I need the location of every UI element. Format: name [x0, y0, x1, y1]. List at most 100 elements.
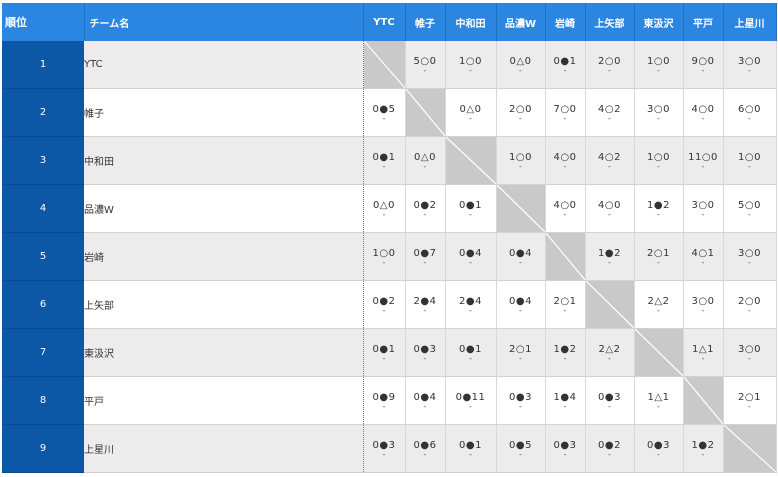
match-detail: -: [382, 401, 386, 411]
match-detail: -: [657, 209, 660, 219]
match-detail: -: [469, 257, 472, 267]
match-detail: -: [748, 401, 751, 411]
header-opponent: 上矢部: [585, 3, 635, 41]
self-match-cell: [405, 88, 446, 137]
match-result-cell: 1○0-: [363, 232, 406, 281]
match-detail: -: [382, 257, 386, 267]
diagonal-line: [364, 41, 405, 88]
league-standings: 順位 チーム名 YTC 帷子 中和田 品濃W 岩崎 上矢部 東汲沢 平戸 上星川…: [0, 0, 778, 477]
results-table: 順位 チーム名 YTC 帷子 中和田 品濃W 岩崎 上矢部 東汲沢 平戸 上星川…: [2, 3, 777, 473]
match-result-cell: 0●3-: [496, 376, 546, 425]
match-result-cell: 0●7-: [405, 232, 446, 281]
match-result-cell: 1●2-: [545, 328, 586, 377]
header-opponent: 品濃W: [496, 3, 546, 41]
header-opponent: 上星川: [723, 3, 777, 41]
header-opponent: 東汲沢: [634, 3, 684, 41]
match-detail: -: [563, 113, 567, 123]
match-detail: -: [423, 449, 427, 459]
match-detail: -: [423, 305, 427, 315]
match-detail: -: [608, 161, 611, 171]
match-detail: -: [608, 65, 611, 75]
match-detail: -: [608, 401, 611, 411]
match-result-cell: 2○1-: [723, 376, 777, 425]
match-result-cell: 1●2-: [683, 424, 724, 473]
diagonal-line: [406, 89, 445, 136]
match-detail: -: [469, 305, 472, 315]
match-detail: -: [519, 449, 522, 459]
table-row: 6 上矢部 0●2-2●4-2●4-0●4-2○1-2△2-3○0-2○0-: [2, 280, 777, 329]
match-detail: -: [382, 449, 386, 459]
match-detail: -: [701, 257, 705, 267]
header-team: チーム名: [84, 3, 364, 41]
match-result-cell: 0●2-: [405, 184, 446, 233]
match-detail: -: [382, 209, 386, 219]
self-match-cell: [496, 184, 546, 233]
match-result-cell: 2○0-: [723, 280, 777, 329]
table-body: 1 YTC 5○0-1○0-0△0-0●1-2○0-1○0-9○0-3○0-2 帷子 0…: [2, 41, 777, 473]
match-result-cell: 1△1-: [683, 328, 724, 377]
match-result-cell: 4○0-: [545, 184, 586, 233]
match-detail: -: [608, 257, 611, 267]
match-detail: -: [657, 65, 660, 75]
match-detail: -: [519, 257, 522, 267]
match-result-cell: 0●11-: [445, 376, 497, 425]
table-row: 1 YTC 5○0-1○0-0△0-0●1-2○0-1○0-9○0-3○0-: [2, 41, 777, 89]
match-result-cell: 2○0-: [585, 41, 635, 89]
table-row: 7 東汲沢 0●1-0●3-0●1-2○1-1●2-2△2-1△1-3○0-: [2, 328, 777, 377]
match-result-cell: 3○0-: [683, 184, 724, 233]
match-result-cell: 1○0-: [445, 41, 497, 89]
match-result-cell: 2△2-: [585, 328, 635, 377]
match-result-cell: 0●6-: [405, 424, 446, 473]
match-detail: -: [469, 209, 472, 219]
match-detail: -: [701, 209, 705, 219]
match-detail: -: [382, 353, 386, 363]
match-detail: -: [748, 257, 751, 267]
match-detail: -: [519, 305, 522, 315]
self-match-cell: [363, 41, 406, 89]
match-detail: -: [423, 401, 427, 411]
match-detail: -: [657, 161, 660, 171]
match-result-cell: 0●1-: [363, 328, 406, 377]
match-result-cell: 5○0-: [405, 41, 446, 89]
match-result-cell: 0●3-: [363, 424, 406, 473]
match-result-cell: 2○1-: [634, 232, 684, 281]
table-row: 9 上星川 0●3-0●6-0●1-0●5-0●3-0●2-0●3-1●2-: [2, 424, 777, 473]
match-detail: -: [519, 401, 522, 411]
match-result-cell: 2△2-: [634, 280, 684, 329]
match-result-cell: 0●3-: [585, 376, 635, 425]
match-detail: -: [563, 209, 567, 219]
rank-cell: 2: [2, 88, 84, 137]
self-match-cell: [445, 136, 497, 185]
match-detail: -: [748, 113, 751, 123]
match-result-cell: 4○0-: [683, 88, 724, 137]
match-detail: -: [701, 65, 705, 75]
match-result-cell: 0△0-: [363, 184, 406, 233]
team-name-cell: 中和田: [84, 136, 364, 185]
match-result-cell: 1●4-: [545, 376, 586, 425]
rank-cell: 8: [2, 376, 84, 425]
match-detail: -: [563, 353, 567, 363]
match-result-cell: 3○0-: [723, 232, 777, 281]
match-result-cell: 2○1-: [545, 280, 586, 329]
team-name-cell: 上星川: [84, 424, 364, 473]
table-row: 3 中和田 0●1-0△0-1○0-4○0-4○2-1○0-11○0-1○0-: [2, 136, 777, 185]
team-name-cell: 岩崎: [84, 232, 364, 281]
match-detail: -: [423, 353, 427, 363]
match-result-cell: 4○2-: [585, 88, 635, 137]
match-result-cell: 1●2-: [585, 232, 635, 281]
match-result-cell: 4○1-: [683, 232, 724, 281]
match-result-cell: 4○0-: [585, 184, 635, 233]
match-result-cell: 0●4-: [496, 232, 546, 281]
header-opponent: YTC: [362, 3, 406, 41]
match-result-cell: 6○0-: [723, 88, 777, 137]
team-name-cell: 東汲沢: [84, 328, 364, 377]
match-detail: -: [423, 161, 427, 171]
match-detail: -: [519, 113, 522, 123]
match-result-cell: 0●1-: [445, 184, 497, 233]
header-opponent: 帷子: [405, 3, 446, 41]
rank-cell: 5: [2, 232, 84, 281]
team-name-cell: 平戸: [84, 376, 364, 425]
match-detail: -: [657, 113, 660, 123]
match-detail: -: [382, 305, 386, 315]
match-detail: -: [469, 113, 472, 123]
